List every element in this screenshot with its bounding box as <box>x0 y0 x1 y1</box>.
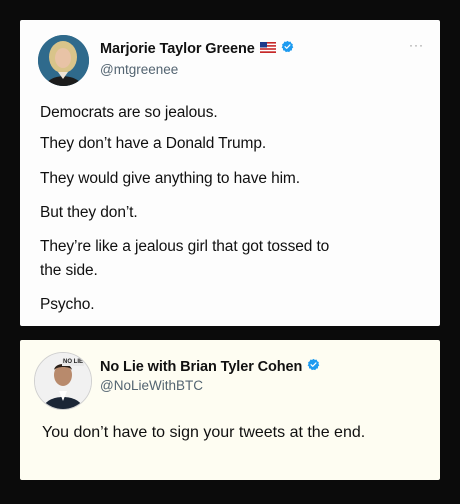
tweet-line: Democrats are so jealous. <box>40 104 218 121</box>
more-options-icon[interactable]: ··· <box>409 38 424 52</box>
author-handle[interactable]: @mtgreenee <box>100 62 178 77</box>
tweet-text: You don’t have to sign your tweets at th… <box>42 424 366 441</box>
tweet-line: They’re like a jealous girl that got tos… <box>40 238 330 255</box>
author-handle[interactable]: @NoLieWithBTC <box>100 378 203 393</box>
author-name[interactable]: Marjorie Taylor Greene <box>100 41 255 57</box>
tweet-line: But they don’t. <box>40 204 138 221</box>
avatar-btc[interactable]: NO LIE <box>34 352 92 410</box>
avatar-mtg[interactable] <box>38 35 89 86</box>
tweet-line: Psycho. <box>40 296 95 313</box>
screenshot-frame: Marjorie Taylor Greene @mtgreenee ··· De… <box>0 0 460 504</box>
author-name[interactable]: No Lie with Brian Tyler Cohen <box>100 359 302 375</box>
tweet-line: They don’t have a Donald Trump. <box>40 135 267 152</box>
avatar-portrait-icon <box>38 35 89 86</box>
author-row-mtg: Marjorie Taylor Greene <box>100 40 294 58</box>
author-row-btc: No Lie with Brian Tyler Cohen <box>100 358 320 376</box>
tweet-card-btc[interactable]: NO LIE No Lie with Brian Tyler Cohen @No… <box>20 340 440 480</box>
tweet-card-mtg[interactable]: Marjorie Taylor Greene @mtgreenee ··· De… <box>20 20 440 326</box>
avatar-badge: NO LIE <box>62 359 85 366</box>
tweet-line: They would give anything to have him. <box>40 170 300 187</box>
tweet-line: the side. <box>40 262 98 279</box>
verified-badge-icon <box>307 358 320 376</box>
us-flag-icon <box>259 40 276 58</box>
verified-badge-icon <box>281 40 294 58</box>
